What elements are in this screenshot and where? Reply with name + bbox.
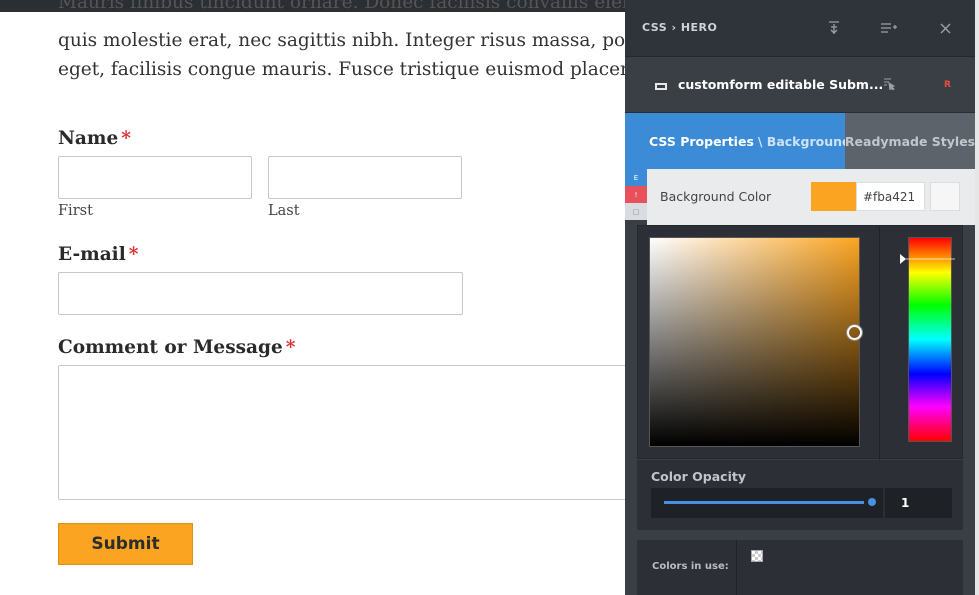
first-sublabel: First	[58, 203, 93, 219]
email-label: E-mail *	[58, 244, 138, 265]
opacity-label: Color Opacity	[651, 469, 746, 484]
comment-label: Comment or Message *	[58, 337, 295, 358]
name-label: Name *	[58, 128, 131, 149]
picker-divider	[879, 226, 880, 460]
comment-label-text: Comment or Message	[58, 337, 283, 358]
side-strip: E ! □	[625, 169, 647, 225]
opacity-slider[interactable]	[651, 488, 883, 518]
tab-css-label: CSS Properties	[649, 133, 754, 149]
element-icon	[655, 83, 667, 90]
side-strip-important[interactable]: !	[625, 186, 647, 203]
hue-indicator-line	[906, 258, 955, 260]
transparent-button[interactable]	[930, 182, 960, 211]
email-label-text: E-mail	[58, 244, 126, 265]
css-hero-panel: CSS › HERO customform editable Subm... R…	[625, 0, 975, 595]
required-mark: *	[121, 128, 131, 149]
comment-textarea[interactable]	[58, 365, 638, 500]
submit-button[interactable]: Submit	[58, 523, 193, 565]
tab-css-sublabel: \ Background	[757, 133, 851, 149]
opacity-slider-knob[interactable]	[868, 498, 876, 506]
css-hero-logo: CSS › HERO	[642, 21, 718, 34]
tab-readymade-styles[interactable]: Readymade Styles	[845, 113, 975, 169]
selected-element-bar: customform editable Subm... R	[625, 58, 975, 113]
required-mark: *	[285, 337, 296, 358]
transparent-swatch[interactable]	[751, 550, 763, 562]
panel-scrollbar[interactable]	[975, 0, 979, 595]
color-swatch[interactable]	[811, 182, 856, 211]
background-color-label: Background Color	[660, 189, 772, 204]
paragraph-line: eget, facilisis congue mauris. Fusce tri…	[58, 59, 654, 80]
colors-in-use-label: Colors in use:	[652, 561, 729, 572]
opacity-value-input[interactable]: 1	[885, 488, 952, 518]
panel-header: CSS › HERO	[625, 0, 975, 57]
opacity-section: Color Opacity 1	[637, 460, 963, 530]
email-input[interactable]	[58, 272, 463, 315]
saturation-handle[interactable]	[847, 325, 862, 340]
colors-in-use-divider	[736, 540, 737, 595]
saturation-area[interactable]	[649, 237, 862, 447]
close-icon[interactable]	[935, 18, 955, 38]
tab-css-properties[interactable]: CSS Properties \ Background	[625, 113, 851, 169]
reset-button[interactable]: R	[944, 80, 951, 90]
opacity-slider-track[interactable]	[664, 501, 864, 504]
side-strip-device[interactable]: □	[625, 203, 647, 220]
first-name-input[interactable]	[58, 156, 252, 199]
last-sublabel: Last	[268, 203, 300, 219]
selected-element-name[interactable]: customform editable Subm...	[678, 77, 883, 92]
collapse-icon[interactable]	[824, 18, 844, 38]
side-strip-e[interactable]: E	[625, 169, 647, 186]
color-picker	[637, 225, 963, 460]
paragraph-line: quis molestie erat, nec sagittis nibh. I…	[58, 30, 683, 51]
select-cursor-icon[interactable]	[883, 78, 896, 94]
required-mark: *	[128, 244, 139, 265]
last-name-input[interactable]	[268, 156, 462, 199]
hue-slider[interactable]	[908, 237, 952, 442]
hex-input[interactable]: #fba421	[856, 182, 925, 211]
name-label-text: Name	[58, 128, 119, 149]
colors-in-use-section: Colors in use:	[637, 540, 963, 595]
paragraph-line: Mauris finibus tincidunt ornare. Donec f…	[58, 0, 670, 13]
menu-add-icon[interactable]	[879, 18, 899, 38]
background-color-row: Background Color #fba421	[647, 169, 975, 225]
hue-marker-icon[interactable]	[900, 254, 906, 264]
